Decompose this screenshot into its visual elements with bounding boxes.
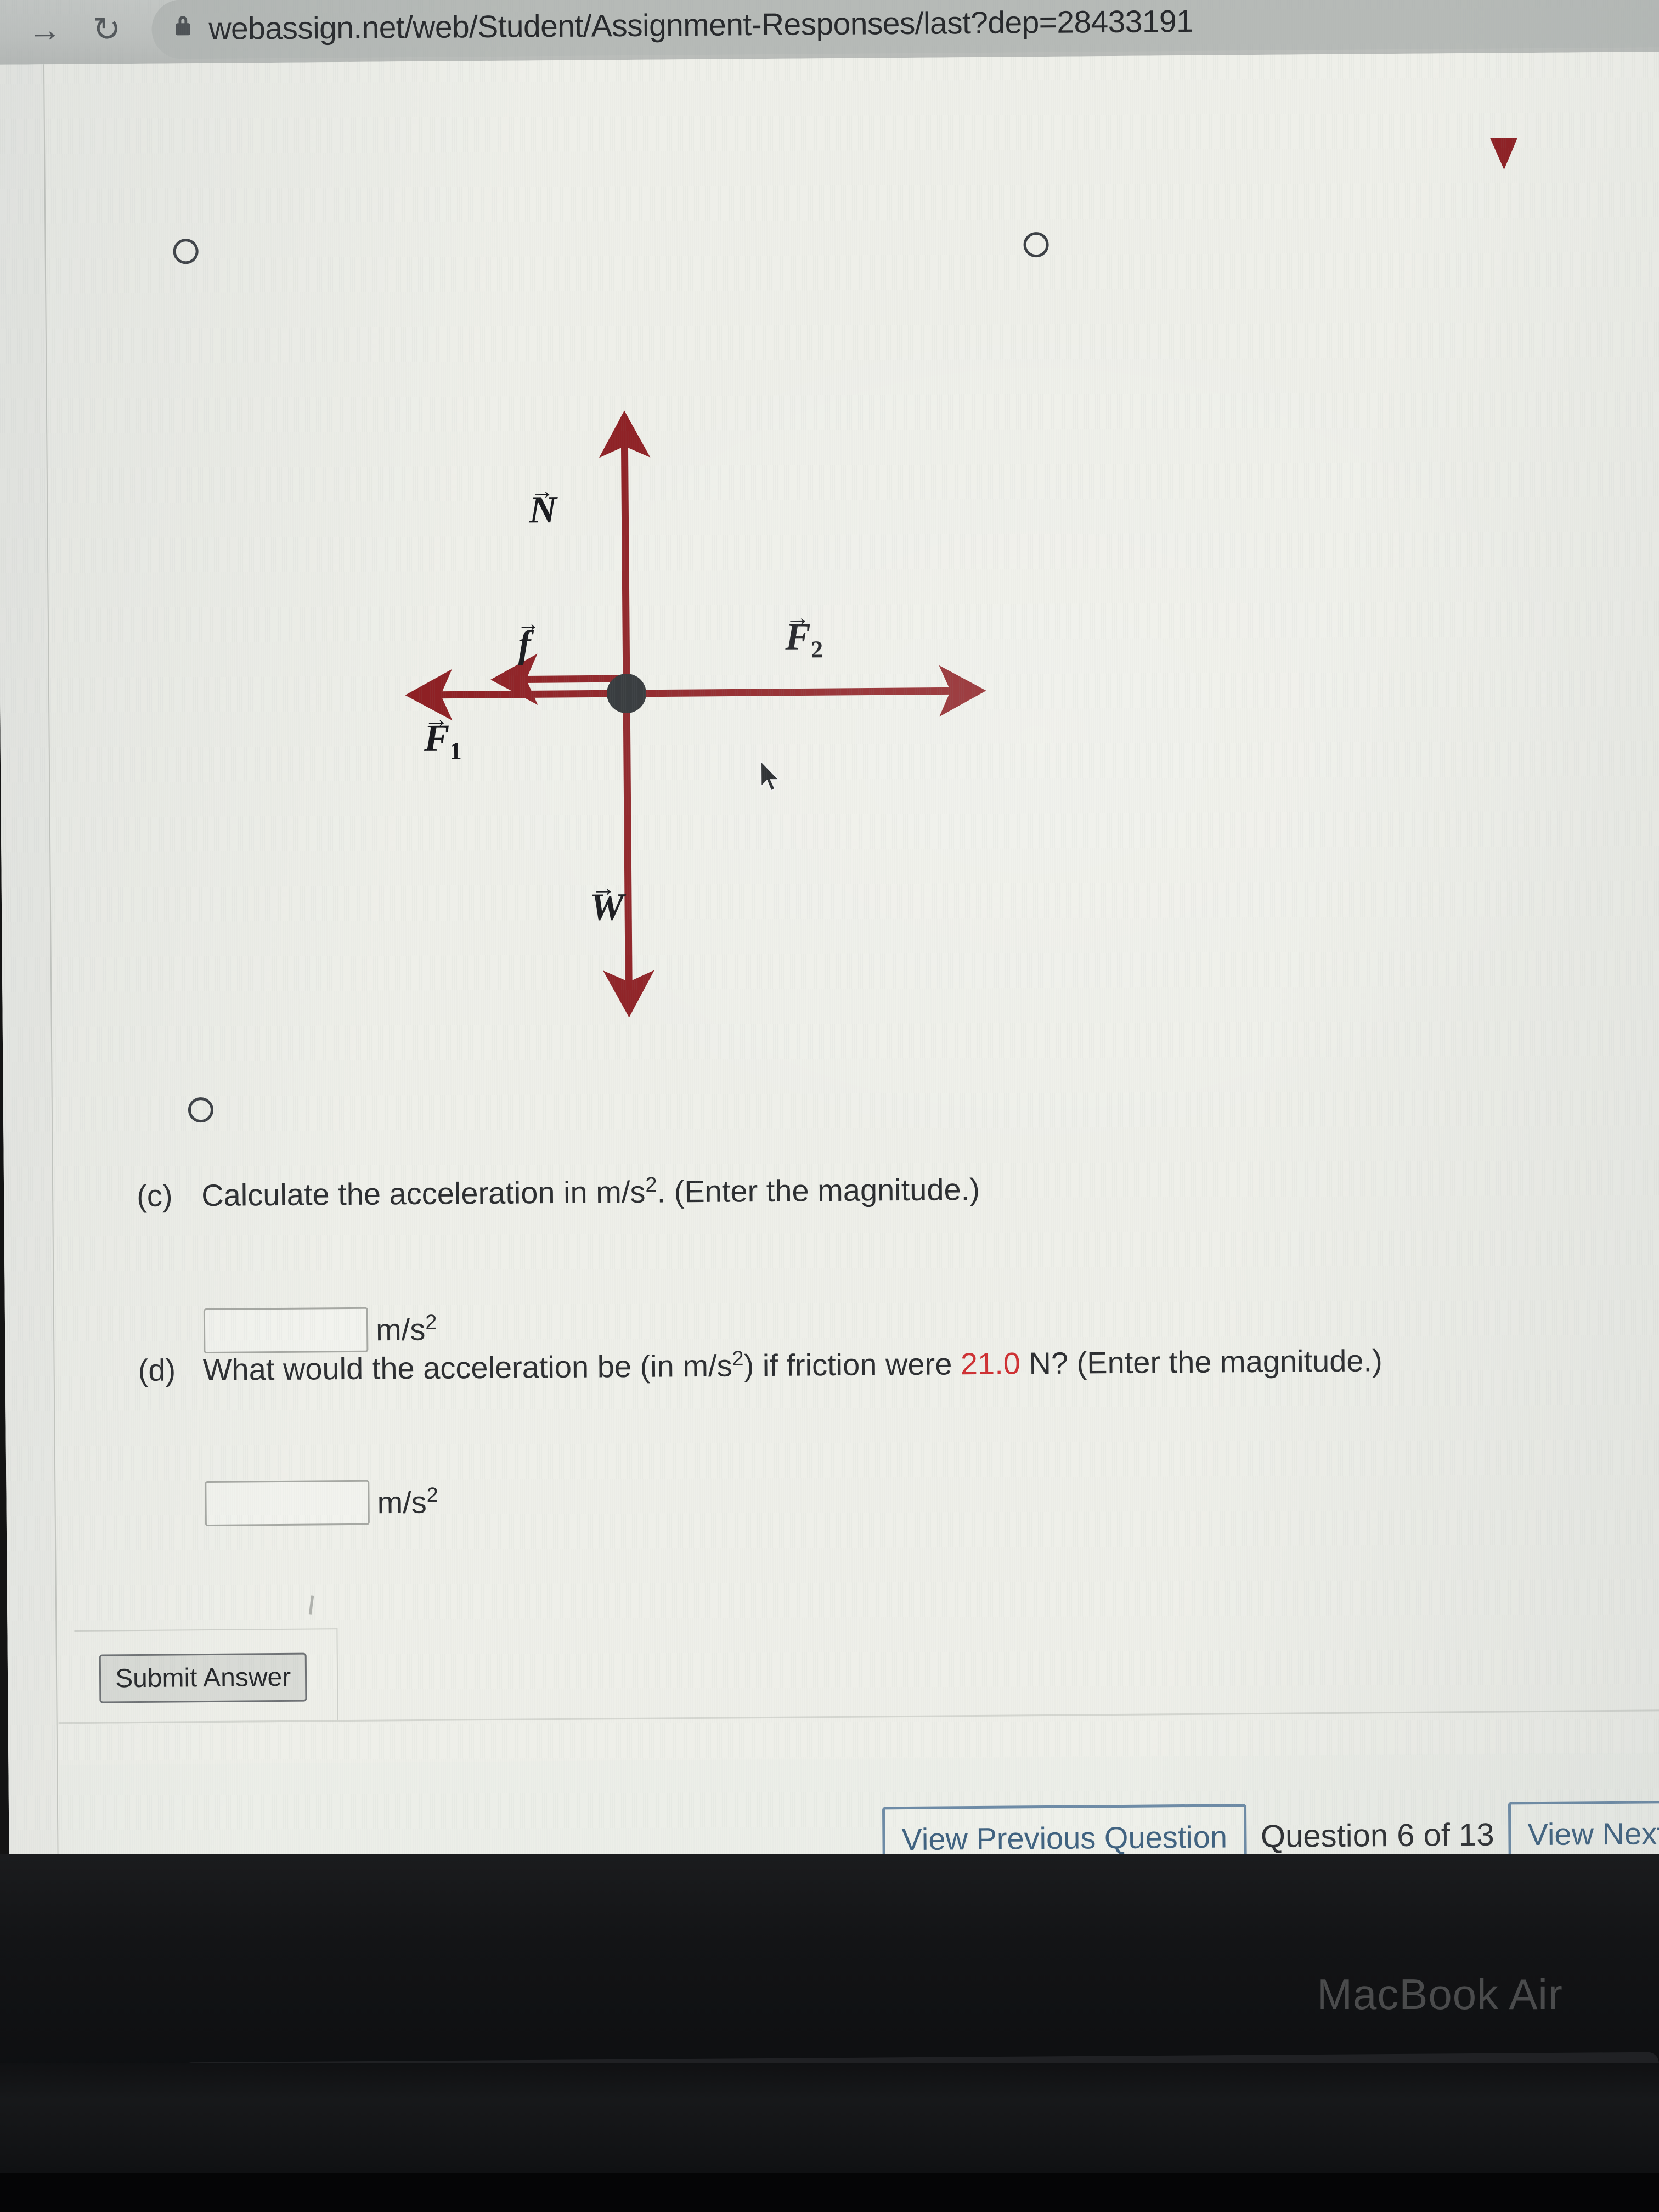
part-d-answer-input[interactable] xyxy=(205,1480,370,1527)
vector-label-F1: → F1 xyxy=(424,704,462,765)
laptop-shadow xyxy=(0,2172,1659,2212)
submit-answer-button[interactable]: Submit Answer xyxy=(99,1652,307,1703)
part-c-unit: m/s2 xyxy=(375,1311,437,1347)
mouse-cursor-icon xyxy=(760,759,781,792)
device-brand-label: MacBook Air xyxy=(1317,1970,1563,2018)
web-page: → N → f → F1 → F2 → W (c) Calculate the … xyxy=(0,52,1659,1873)
reload-icon[interactable]: ↻ xyxy=(92,10,121,48)
option-radio-b[interactable] xyxy=(1023,232,1049,258)
force-vectors xyxy=(405,410,986,1018)
screen-speck xyxy=(308,1595,314,1615)
vector-label-F2: → F2 xyxy=(785,603,823,663)
vector-label-N: → N xyxy=(529,477,557,532)
part-d-letter: (d) xyxy=(138,1352,176,1387)
part-d-answer-row: m/s2 xyxy=(205,1480,439,1527)
question-part-c: (c) Calculate the acceleration in m/s2. (… xyxy=(137,1171,980,1214)
option-radio-c[interactable] xyxy=(188,1097,214,1123)
free-body-diagram[interactable]: → N → f → F1 → F2 → W xyxy=(399,386,997,1049)
laptop-screen: → ↻ webassign.net/web/Student/Assignment… xyxy=(0,0,1659,1873)
part-c-answer-input[interactable] xyxy=(203,1307,369,1354)
question-counter: Question 6 of 13 xyxy=(1260,1816,1494,1854)
vector-label-f: → f xyxy=(516,611,540,666)
part-c-text: Calculate the acceleration in m/s2. (Ent… xyxy=(201,1171,980,1212)
submit-panel: Submit Answer xyxy=(74,1628,338,1724)
friction-value: 21.0 xyxy=(960,1346,1021,1381)
laptop-bezel xyxy=(0,1854,1659,2074)
option-radio-a[interactable] xyxy=(173,239,199,264)
vector-label-W: → W xyxy=(589,873,624,929)
lock-icon xyxy=(176,23,190,36)
forward-arrow-icon[interactable]: → xyxy=(27,11,62,49)
address-bar[interactable]: webassign.net/web/Student/Assignment-Res… xyxy=(151,0,1659,59)
page-content: → N → f → F1 → F2 → W (c) Calculate the … xyxy=(46,52,1659,1873)
part-d-unit: m/s2 xyxy=(377,1483,439,1520)
part-c-letter: (c) xyxy=(136,1178,173,1213)
part-d-text: What would the acceleration be (in m/s2)… xyxy=(202,1342,1383,1387)
clipped-arrowhead-icon xyxy=(1490,138,1518,170)
part-c-answer-row: m/s2 xyxy=(203,1307,437,1354)
url-text: webassign.net/web/Student/Assignment-Res… xyxy=(208,3,1194,47)
photo-of-laptop-screen: → ↻ webassign.net/web/Student/Assignment… xyxy=(0,0,1659,2212)
